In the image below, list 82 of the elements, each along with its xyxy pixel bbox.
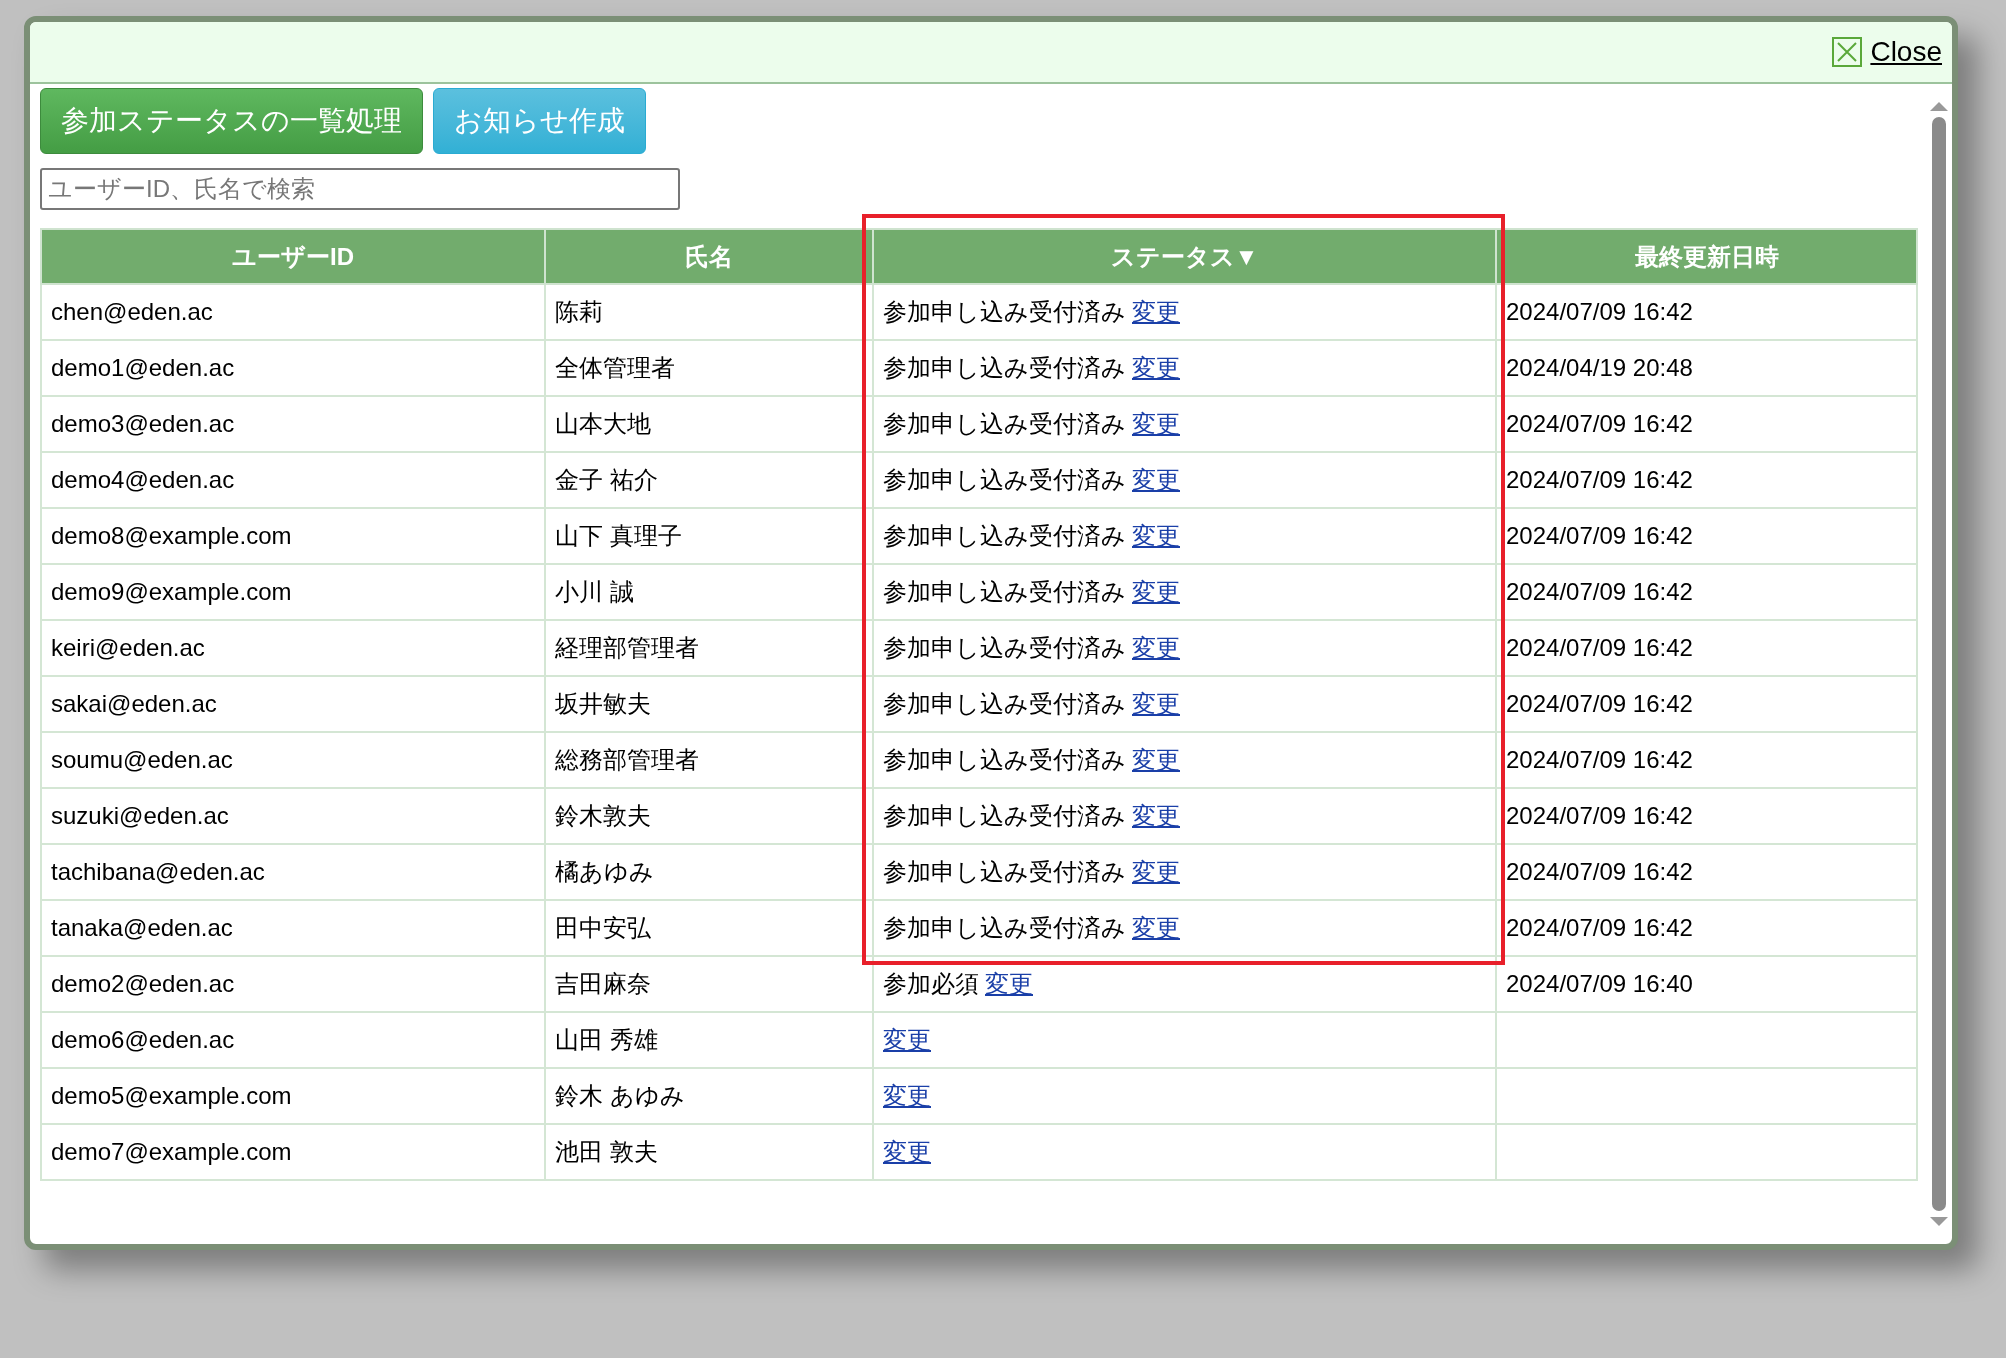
scroll-down-icon[interactable] [1930, 1217, 1948, 1226]
status-text: 参加申し込み受付済み [883, 634, 1126, 661]
table-cell: 山下 真理子 [545, 508, 873, 564]
table-cell: 全体管理者 [545, 340, 873, 396]
column-header: ユーザーID [41, 229, 545, 284]
table-cell: 2024/07/09 16:42 [1496, 900, 1917, 956]
table-cell: 2024/07/09 16:42 [1496, 676, 1917, 732]
table-cell: demo9@example.com [41, 564, 545, 620]
table-cell: 2024/07/09 16:42 [1496, 508, 1917, 564]
change-link[interactable]: 変更 [883, 1082, 931, 1109]
table-cell: 2024/07/09 16:42 [1496, 732, 1917, 788]
table-cell: 総務部管理者 [545, 732, 873, 788]
search-field[interactable]: ユーザーID、氏名で検索 [40, 168, 680, 210]
status-text: 参加必須 [883, 970, 979, 997]
table-cell: 山田 秀雄 [545, 1012, 873, 1068]
table-cell: 田中安弘 [545, 900, 873, 956]
table-cell: demo1@eden.ac [41, 340, 545, 396]
change-link[interactable]: 変更 [1132, 522, 1180, 549]
table-cell: suzuki@eden.ac [41, 788, 545, 844]
table-cell: 2024/04/19 20:48 [1496, 340, 1917, 396]
change-link[interactable]: 変更 [1132, 746, 1180, 773]
table-cell: 小川 誠 [545, 564, 873, 620]
table-cell: 橘あゆみ [545, 844, 873, 900]
table-cell: 2024/07/09 16:42 [1496, 564, 1917, 620]
table-cell: 山本大地 [545, 396, 873, 452]
table-cell: demo7@example.com [41, 1124, 545, 1180]
table-cell: 2024/07/09 16:42 [1496, 396, 1917, 452]
table-cell: demo8@example.com [41, 508, 545, 564]
status-text: 参加申し込み受付済み [883, 466, 1126, 493]
table-cell: 鈴木 あゆみ [545, 1068, 873, 1124]
status-text: 参加申し込み受付済み [883, 522, 1126, 549]
table-cell: demo6@eden.ac [41, 1012, 545, 1068]
table-cell: 経理部管理者 [545, 620, 873, 676]
change-link[interactable]: 変更 [1132, 578, 1180, 605]
change-link[interactable]: 変更 [1132, 690, 1180, 717]
table-cell: 金子 祐介 [545, 452, 873, 508]
table-cell: sakai@eden.ac [41, 676, 545, 732]
status-text: 参加申し込み受付済み [883, 690, 1126, 717]
status-text: 参加申し込み受付済み [883, 802, 1126, 829]
table-cell: keiri@eden.ac [41, 620, 545, 676]
table-cell: 池田 敦夫 [545, 1124, 873, 1180]
change-link[interactable]: 変更 [1132, 914, 1180, 941]
change-link[interactable]: 変更 [1132, 354, 1180, 381]
table-cell: chen@eden.ac [41, 284, 545, 340]
scrollbar-thumb[interactable] [1932, 117, 1946, 1211]
table-cell: demo4@eden.ac [41, 452, 545, 508]
table-cell: 鈴木敦夫 [545, 788, 873, 844]
table-cell: 2024/07/09 16:40 [1496, 956, 1917, 1012]
status-text: 参加申し込み受付済み [883, 354, 1126, 381]
table-cell: 2024/07/09 16:42 [1496, 284, 1917, 340]
close-link[interactable]: Close [1870, 31, 1942, 73]
table-cell: 2024/07/09 16:42 [1496, 620, 1917, 676]
column-header: 最終更新日時 [1496, 229, 1917, 284]
table-cell: soumu@eden.ac [41, 732, 545, 788]
change-link[interactable]: 変更 [883, 1026, 931, 1053]
change-link[interactable]: 変更 [1132, 634, 1180, 661]
change-link[interactable]: 変更 [985, 970, 1033, 997]
table-cell: demo2@eden.ac [41, 956, 545, 1012]
change-link[interactable]: 変更 [883, 1138, 931, 1165]
table-cell: 2024/07/09 16:42 [1496, 788, 1917, 844]
table-cell: demo5@example.com [41, 1068, 545, 1124]
table-cell: 2024/07/09 16:42 [1496, 844, 1917, 900]
table-cell: tachibana@eden.ac [41, 844, 545, 900]
status-text: 参加申し込み受付済み [883, 578, 1126, 605]
status-text: 参加申し込み受付済み [883, 298, 1126, 325]
table-cell: 吉田麻奈 [545, 956, 873, 1012]
status-text: 参加申し込み受付済み [883, 410, 1126, 437]
column-header: 氏名 [545, 229, 873, 284]
status-text: 参加申し込み受付済み [883, 914, 1126, 941]
table-cell: 坂井敏夫 [545, 676, 873, 732]
change-link[interactable]: 変更 [1132, 802, 1180, 829]
status-text: 参加申し込み受付済み [883, 746, 1126, 773]
table-cell: 2024/07/09 16:42 [1496, 452, 1917, 508]
change-link[interactable]: 変更 [1132, 858, 1180, 885]
change-link[interactable]: 変更 [1132, 298, 1180, 325]
change-link[interactable]: 変更 [1132, 410, 1180, 437]
status-text: 参加申し込み受付済み [883, 858, 1126, 885]
table-cell: tanaka@eden.ac [41, 900, 545, 956]
close-icon[interactable] [1832, 37, 1863, 67]
table-cell: 陈莉 [545, 284, 873, 340]
table-cell: demo3@eden.ac [41, 396, 545, 452]
change-link[interactable]: 変更 [1132, 466, 1180, 493]
